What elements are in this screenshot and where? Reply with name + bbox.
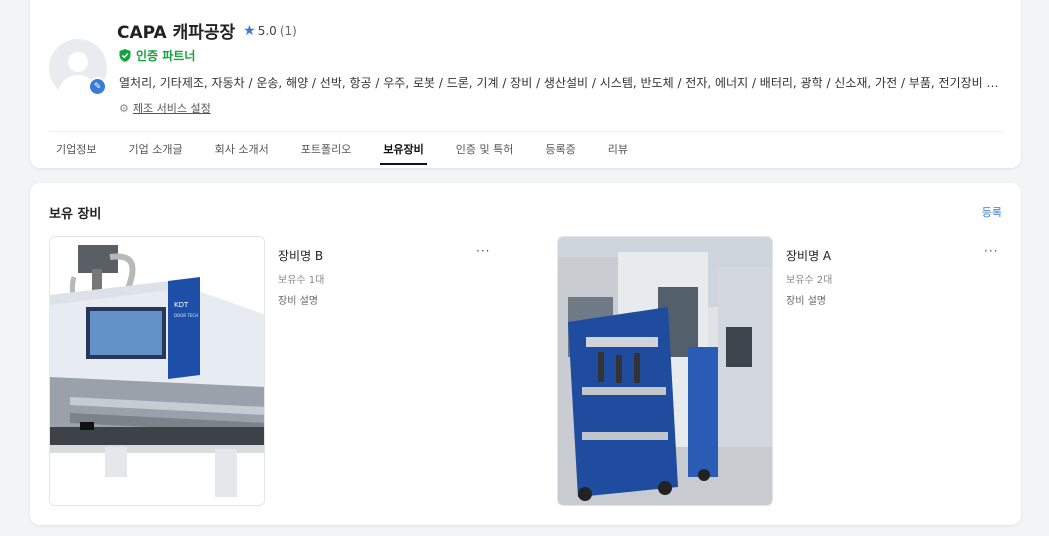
review-count: (1) xyxy=(279,23,297,38)
svg-text:DOOR TECH: DOOR TECH xyxy=(174,313,198,318)
tab-equipment[interactable]: 보유장비 xyxy=(376,137,428,165)
tab-registration[interactable]: 등록증 xyxy=(538,137,575,164)
svg-text:KDT: KDT xyxy=(174,301,189,309)
certification-label: 인증 파트너 xyxy=(136,49,196,63)
equipment-description: 장비 설명 xyxy=(278,296,318,307)
shield-check-icon xyxy=(119,49,131,62)
avatar-placeholder-head xyxy=(68,52,88,72)
tab-certifications-patents[interactable]: 인증 및 특허 xyxy=(449,137,514,164)
equipment-name: 장비명 A xyxy=(786,249,832,263)
more-options-icon[interactable]: ··· xyxy=(984,244,998,258)
tab-company-brochure[interactable]: 회사 소개서 xyxy=(208,137,269,164)
edit-avatar-icon[interactable]: ✎ xyxy=(88,77,107,96)
company-profile-card: ✎ CAPA 캐파공장 ★ 5.0 (1) 인증 파트너 열처리, 기타제조, … xyxy=(30,0,1021,168)
tool-cart-factory-photo xyxy=(558,237,772,505)
equipment-description: 장비 설명 xyxy=(786,296,826,307)
register-button[interactable]: 등록 xyxy=(982,204,1002,220)
tab-portfolio[interactable]: 포트폴리오 xyxy=(294,137,352,164)
rating-value: 5.0 xyxy=(257,23,277,38)
rating: ★ 5.0 (1) xyxy=(243,23,297,39)
more-options-icon[interactable]: ··· xyxy=(476,244,490,258)
equipment-quantity: 보유수 2대 xyxy=(786,275,833,286)
equipment-quantity: 보유수 1대 xyxy=(278,275,325,286)
star-icon: ★ xyxy=(243,22,256,39)
tab-company-info[interactable]: 기업정보 xyxy=(49,137,96,164)
certification-badge: 인증 파트너 xyxy=(119,47,195,64)
service-settings-link[interactable]: ⚙ 제조 서비스 설정 xyxy=(119,100,211,116)
tab-company-intro[interactable]: 기업 소개글 xyxy=(121,137,182,164)
tab-reviews[interactable]: 리뷰 xyxy=(601,137,628,164)
company-name-text: CAPA 캐파공장 xyxy=(117,23,236,43)
gear-icon: ⚙ xyxy=(119,101,129,115)
profile-tabs: 기업정보 기업 소개글 회사 소개서 포트폴리오 보유장비 인증 및 특허 등록… xyxy=(49,137,653,165)
equipment-image-tool-cart[interactable] xyxy=(557,236,773,506)
service-settings-label[interactable]: 제조 서비스 설정 xyxy=(133,100,211,116)
cnc-machine-illustration: KDT DOOR TECH xyxy=(50,237,264,505)
divider xyxy=(49,131,1002,132)
company-name: CAPA 캐파공장 ★ 5.0 (1) xyxy=(117,18,297,44)
category-list: 열처리, 기타제조, 자동차 / 운송, 해양 / 선박, 항공 / 우주, 로… xyxy=(119,76,999,90)
section-title: 보유 장비 xyxy=(49,207,102,222)
equipment-image-cnc-machine[interactable]: KDT DOOR TECH xyxy=(49,236,265,506)
equipment-section: 보유 장비 등록 KDT DOOR TECH 장비명 B 보유수 1대 장비 설… xyxy=(30,183,1021,525)
equipment-name: 장비명 B xyxy=(278,249,324,263)
